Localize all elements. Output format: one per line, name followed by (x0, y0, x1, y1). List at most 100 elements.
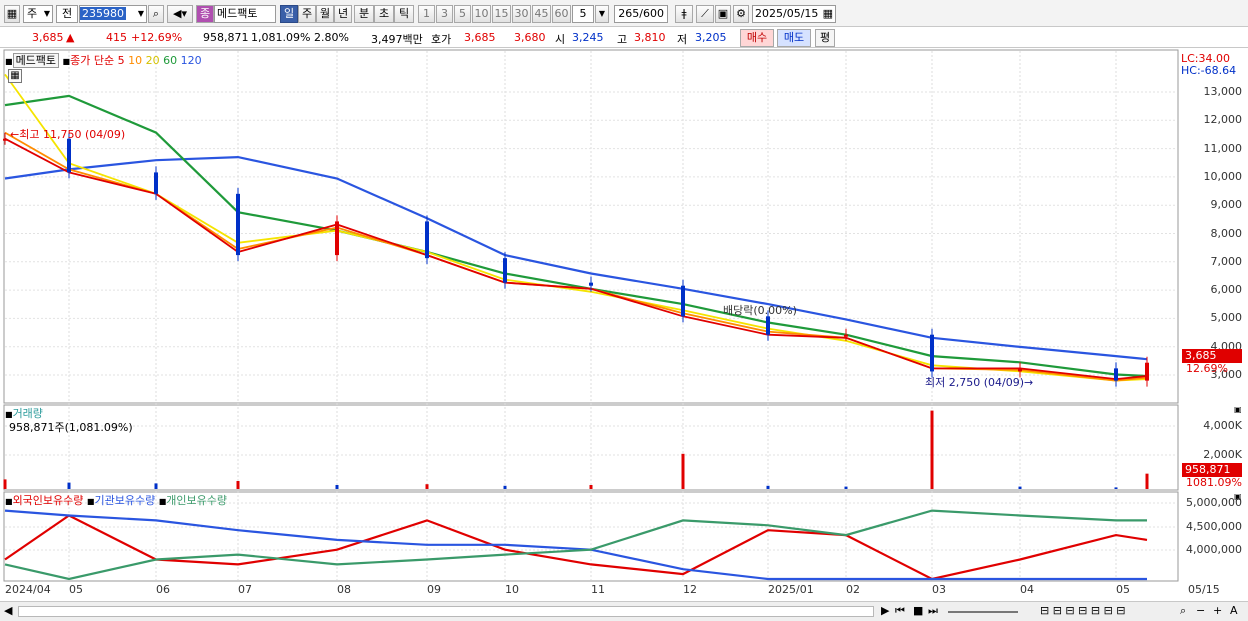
market-select-value: 주 (27, 7, 38, 20)
holding-axis-label: 5,000,000 (1186, 496, 1242, 509)
eval-button[interactable]: 평 (815, 29, 835, 47)
low-note-text: 최저 2,750 (04/09) (925, 376, 1025, 389)
hc-label: HC:-68.64 (1181, 64, 1237, 77)
period-tab-5[interactable]: 초 (374, 5, 394, 23)
scroll-bar: ◀ ▶ ⏮ ■ ⏭ ⊟ ⊟ ⊟ ⊟ ⊟ ⊟ ⊟ ⌕ − + A (0, 601, 1248, 621)
price-panel-header: ■ 메드팩토 ■종가 단순 5 10 20 60 120 (5, 53, 202, 68)
scroll-track[interactable] (18, 606, 874, 617)
buy-button[interactable]: 매수 (740, 29, 774, 47)
scroll-left-icon[interactable]: ◀ (4, 604, 12, 617)
search-icon[interactable]: ⌕ (148, 5, 164, 23)
rewind-icon[interactable]: ⏮ (895, 604, 905, 618)
price-axis-label: 5,000 (1210, 311, 1243, 325)
layout-icon[interactable]: ⊟ ⊟ ⊟ ⊟ ⊟ ⊟ ⊟ (1040, 604, 1126, 617)
period-tab-2[interactable]: 월 (316, 5, 334, 23)
volume-bar (503, 485, 507, 489)
current-price: 3,685 (32, 31, 64, 44)
date-axis-label: 2025/01 (768, 583, 814, 596)
period-tab-6[interactable]: 틱 (394, 5, 414, 23)
stop-icon[interactable]: ■ (913, 604, 923, 617)
date-axis-label: 2024/04 (5, 583, 51, 596)
low-label: 저 (677, 33, 688, 46)
chevron-down-icon: ▼ (137, 9, 144, 18)
holding-axis-label: 4,500,000 (1186, 519, 1242, 533)
dividend-note: 배당락(0.00%) (723, 304, 797, 317)
date-axis-label: 11 (591, 583, 605, 596)
minute-tab-2[interactable]: 5 (454, 5, 471, 23)
last-volume-pct: 1081.09% (1186, 476, 1242, 489)
data-count[interactable]: 265/600 (614, 5, 668, 23)
ask-price: 3,685 (464, 31, 496, 44)
low-price: 3,205 (695, 31, 727, 44)
date-input[interactable]: 2025/05/15 ▦ (752, 5, 836, 23)
ask-label: 호가 (431, 33, 452, 46)
up-arrow-icon: ▲ (66, 31, 75, 44)
volume-pct: 1,081.09% (251, 31, 311, 44)
price-axis-label: 11,000 (1203, 141, 1243, 155)
save-icon[interactable]: ▣ (715, 5, 731, 23)
interval-input[interactable]: 5 (572, 5, 594, 23)
volume-bar (236, 481, 240, 489)
volume-axis-label: 4,000K (1203, 419, 1242, 432)
last-price-tag: 3,685 (1182, 349, 1242, 363)
volume-bar (154, 483, 158, 489)
calendar-icon: ▦ (822, 7, 833, 20)
low-note: 최저 2,750 (04/09)→ (925, 376, 1034, 389)
chart-menu-icon[interactable]: ▦ (4, 5, 20, 23)
date-axis-label: 06 (156, 583, 170, 596)
trade-amount: 3,497백만 (371, 33, 423, 46)
last-volume-tag: 958,871 (1182, 463, 1242, 477)
minute-tab-6[interactable]: 45 (532, 5, 551, 23)
zoom-out-icon[interactable]: ⌕ (1180, 604, 1186, 618)
zoom-slider[interactable] (948, 611, 1018, 613)
gear-icon[interactable]: ⚙ (733, 5, 749, 23)
price-panel-frame (3, 49, 1179, 404)
candle (503, 258, 507, 283)
line-tool-icon[interactable]: ⟋ (696, 5, 714, 23)
font-size-icon[interactable]: A (1230, 604, 1238, 617)
market2-select[interactable]: 전 (56, 5, 78, 23)
period-tab-0[interactable]: 일 (280, 5, 298, 23)
candle (766, 316, 770, 335)
calculator-icon[interactable]: ▦ (8, 69, 22, 83)
price-axis-label: 9,000 (1210, 198, 1243, 212)
price-axis-label: 13,000 (1203, 85, 1243, 98)
period-tab-4[interactable]: 분 (354, 5, 374, 23)
ma5-label: 5 (117, 54, 125, 67)
volume-bar (67, 482, 71, 489)
period-tab-1[interactable]: 주 (298, 5, 316, 23)
date-axis-label: 05 (69, 583, 83, 596)
period-tab-3[interactable]: 년 (334, 5, 352, 23)
price-axis-label: 12,000 (1203, 113, 1243, 127)
minute-tab-0[interactable]: 1 (418, 5, 435, 23)
high-label: 고 (617, 33, 628, 46)
toolbar: ▦ 주 ▼ 전 235980 ▼ ⌕ ◀▾ 종 메드팩토 일주월년분초틱 1 3 5 10… (0, 0, 1248, 27)
speaker-icon[interactable]: ◀▾ (167, 5, 193, 23)
date-axis-label: 03 (932, 583, 946, 596)
date-axis-label: 09 (427, 583, 441, 596)
minute-tab-1[interactable]: 3 (436, 5, 453, 23)
fast-forward-icon[interactable]: ⏭ (928, 604, 938, 618)
candle (1114, 368, 1118, 381)
data-count-max: /600 (639, 7, 664, 20)
price-change: 415 (106, 31, 127, 44)
volume-bar (766, 485, 770, 489)
panel-close-icon[interactable]: ▣ (1234, 405, 1242, 414)
sell-button[interactable]: 매도 (777, 29, 811, 47)
date-axis-label: 05/15 (1188, 583, 1220, 596)
candle-icon[interactable]: ǂ (675, 5, 693, 23)
holding-axis-label: 4,000,000 (1186, 543, 1242, 556)
stock-code-input[interactable]: 235980 ▼ (79, 5, 147, 23)
chevron-down-icon[interactable]: ▼ (595, 5, 609, 23)
stock-type-tag: 종 (196, 5, 214, 23)
minute-tab-4[interactable]: 15 (492, 5, 511, 23)
minus-icon[interactable]: − (1196, 604, 1205, 617)
plus-icon[interactable]: + (1213, 604, 1222, 617)
minute-tab-7[interactable]: 60 (552, 5, 571, 23)
minute-tab-3[interactable]: 10 (472, 5, 491, 23)
minute-tab-5[interactable]: 30 (512, 5, 531, 23)
market-select[interactable]: 주 ▼ (23, 5, 53, 23)
scroll-right-icon[interactable]: ▶ (881, 604, 889, 617)
chart-area[interactable]: ■ 메드팩토 ■종가 단순 5 10 20 60 120 ▦ LC:34.00 H… (0, 49, 1248, 621)
candle (425, 221, 429, 259)
